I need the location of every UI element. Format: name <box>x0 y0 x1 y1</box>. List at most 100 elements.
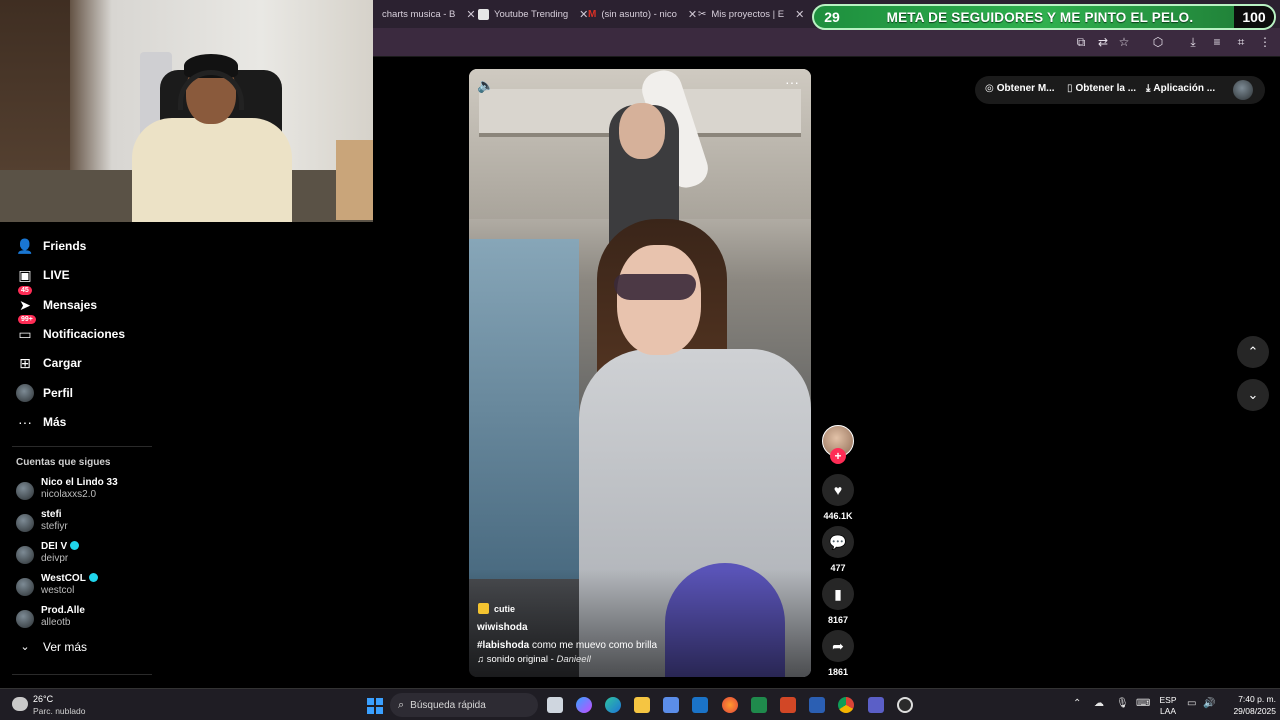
download-icon[interactable]: ⤓ <box>1185 34 1201 50</box>
outlook-icon[interactable] <box>692 697 708 713</box>
tab-search-icon[interactable]: ⌗ <box>1233 34 1249 50</box>
search-icon: ⌕ <box>398 698 405 711</box>
notifications-icon: ▭ <box>18 326 32 342</box>
desktop-app-button[interactable]: ⤓ Aplicación ... <box>1146 83 1215 94</box>
account-name-text: DEI V <box>41 541 68 552</box>
followed-account[interactable]: Prod.Alle alleotb <box>16 605 156 635</box>
followed-account[interactable]: DEI V deivpr <box>16 541 156 571</box>
following-section-title: Cuentas que sigues <box>16 457 111 468</box>
avatar[interactable] <box>1233 80 1253 100</box>
sidebar-item-label: Cargar <box>43 356 82 370</box>
followed-account[interactable]: WestCOL westcol <box>16 573 156 603</box>
file-explorer-icon[interactable] <box>634 697 650 713</box>
sidebar-item-label: Más <box>43 415 67 429</box>
kebab-menu-icon[interactable]: ⋮ <box>1257 34 1273 50</box>
sidebar-item-more[interactable]: ··· Más <box>0 411 160 433</box>
save-button[interactable]: ▮ <box>822 578 854 610</box>
followed-account[interactable]: stefi stefiyr <box>16 509 156 539</box>
video-sound[interactable]: ♫ sonido original - Danieell <box>477 654 591 665</box>
clock-time[interactable]: 7:40 p. m. <box>1224 694 1276 704</box>
volume-icon[interactable]: 🔊 <box>1203 698 1215 709</box>
copilot-icon[interactable] <box>576 697 592 713</box>
more-options-icon[interactable]: ··· <box>785 74 799 90</box>
streamer-webcam <box>0 0 373 222</box>
sound-author: Danieell <box>556 654 591 665</box>
taskbar-search-input[interactable]: ⌕ Búsqueda rápida <box>390 693 538 717</box>
sidebar-item-notifications[interactable]: ▭ 99+ Notificaciones <box>0 315 160 345</box>
tab-gmail[interactable]: M (sin asunto) - nico ✕ <box>582 3 703 25</box>
weather-cloud-icon[interactable] <box>12 697 28 711</box>
webcam-person-shirt <box>132 118 292 222</box>
goal-target-count: 100 <box>1234 6 1274 28</box>
teams-icon[interactable] <box>868 697 884 713</box>
keyboard-icon[interactable]: ⌨ <box>1136 698 1150 709</box>
like-button[interactable]: ♥ <box>822 474 854 506</box>
notifications-badge: 99+ <box>18 315 36 324</box>
store-icon[interactable] <box>663 697 679 713</box>
word-icon[interactable] <box>809 697 825 713</box>
sidebar-item-messages[interactable]: ➤ 45 Mensajes <box>0 286 160 316</box>
edge-icon[interactable] <box>605 697 621 713</box>
windows-start-icon[interactable] <box>367 698 383 714</box>
cast-icon[interactable]: ⧉ <box>1073 34 1089 50</box>
share-button[interactable]: ➦ <box>822 630 854 662</box>
tray-chevron-up-icon[interactable]: ⌃ <box>1073 698 1081 709</box>
volume-icon[interactable]: 🔈 <box>477 77 494 94</box>
video-player[interactable] <box>469 69 811 677</box>
close-icon[interactable]: ✕ <box>795 8 804 21</box>
account-handle: nicolaxxs2.0 <box>41 489 97 500</box>
tab-youtube-trending[interactable]: Youtube Trending ✕ <box>472 3 594 25</box>
sidebar-item-label: Perfil <box>43 386 74 400</box>
firefox-icon[interactable] <box>722 697 738 713</box>
tag-icon <box>478 603 489 614</box>
previous-video-button[interactable]: ⌃ <box>1237 336 1269 368</box>
onedrive-icon[interactable]: ☁ <box>1094 698 1104 709</box>
sidebar-item-upload[interactable]: ⊞ Cargar <box>0 352 160 374</box>
see-more-button[interactable]: ⌄ Ver más <box>0 636 160 658</box>
comment-button[interactable]: 💬 <box>822 526 854 558</box>
desktop-app-label: Aplicación ... <box>1153 83 1216 94</box>
language-top[interactable]: ESP <box>1158 695 1178 705</box>
task-view-icon[interactable] <box>547 697 563 713</box>
avatar <box>16 514 34 532</box>
video-scene-sunglasses <box>614 274 696 300</box>
reading-list-icon[interactable]: ≡ <box>1209 34 1225 50</box>
display-icon[interactable]: ▭ <box>1187 698 1196 709</box>
next-video-button[interactable]: ⌄ <box>1237 379 1269 411</box>
verified-icon <box>70 541 80 550</box>
microphone-icon[interactable]: 🎙 <box>1116 698 1129 709</box>
weather-description[interactable]: Parc. nublado <box>33 706 85 716</box>
extensions-icon[interactable]: ⬡ <box>1150 34 1166 50</box>
get-app-button[interactable]: ▯ Obtener la ... <box>1067 83 1136 94</box>
translate-icon[interactable]: ⇄ <box>1095 34 1111 50</box>
sidebar-item-live[interactable]: ▣ LIVE <box>0 264 160 286</box>
tab-mis-proyectos[interactable]: ✂ Mis proyectos | E ✕ <box>692 3 810 25</box>
powerpoint-icon[interactable] <box>780 697 796 713</box>
follow-plus-icon[interactable]: + <box>830 448 846 464</box>
bookmark-star-icon[interactable]: ☆ <box>1116 34 1132 50</box>
video-author[interactable]: wiwishoda <box>477 622 528 633</box>
sidebar-item-friends[interactable]: 👤 Friends <box>0 235 160 257</box>
clock-date[interactable]: 29/08/2025 <box>1224 706 1276 716</box>
bookmark-icon: ▮ <box>834 586 842 602</box>
tab-charts-musica[interactable]: charts musica - B ✕ <box>376 3 482 25</box>
phone-icon: ▯ <box>1067 83 1073 94</box>
goal-text: META DE SEGUIDORES Y ME PINTO EL PELO. <box>886 9 1194 25</box>
followed-account[interactable]: Nico el Lindo 33 nicolaxxs2.0 <box>16 477 156 507</box>
obs-icon[interactable] <box>897 697 913 713</box>
video-description: #labishoda como me muevo como brilla <box>477 640 657 651</box>
get-coins-button[interactable]: ◎ Obtener M... <box>985 83 1055 94</box>
chrome-icon[interactable] <box>838 697 854 713</box>
gmail-favicon-icon: M <box>588 8 597 20</box>
excel-icon[interactable] <box>751 697 767 713</box>
video-tag[interactable]: cutie <box>478 603 515 614</box>
language-bottom[interactable]: LAA <box>1158 706 1178 716</box>
hashtag-link[interactable]: #labishoda <box>477 640 529 651</box>
coin-icon: ◎ <box>985 83 994 94</box>
weather-temperature[interactable]: 26°C <box>33 694 53 704</box>
messages-badge: 45 <box>18 286 32 295</box>
sound-label: sonido original <box>486 654 549 665</box>
account-handle: deivpr <box>41 553 69 564</box>
sidebar-item-profile[interactable]: Perfil <box>0 382 160 404</box>
tab-title: Youtube Trending <box>494 8 569 20</box>
